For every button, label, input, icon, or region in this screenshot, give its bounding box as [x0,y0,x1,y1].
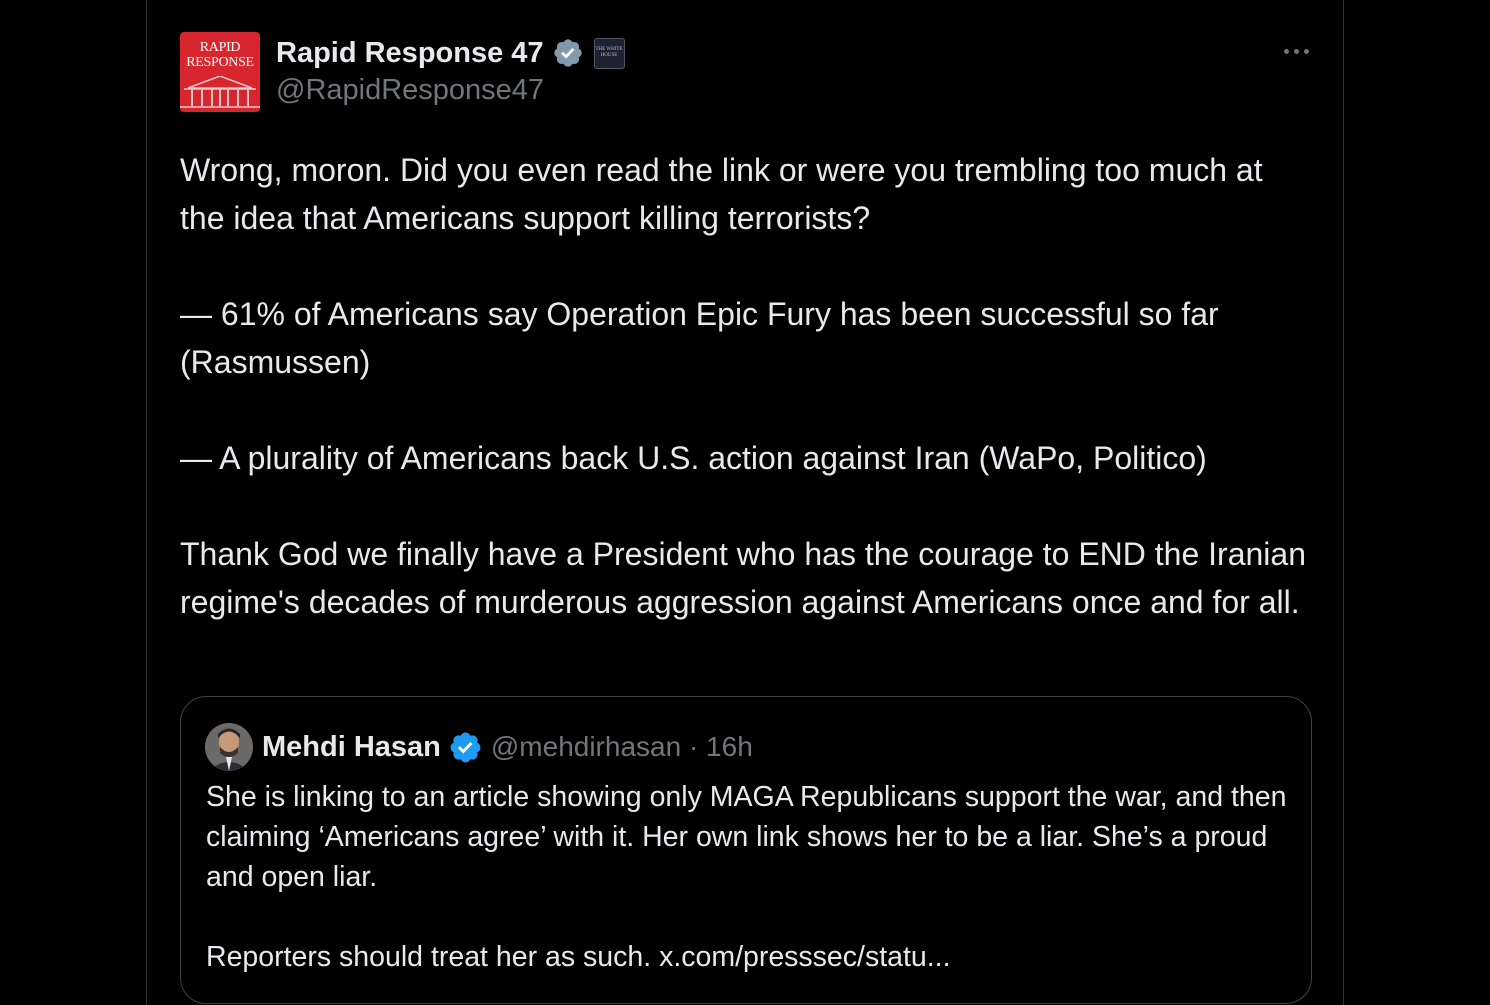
timeline-column: RAPID RESPONSE Rapid Response 47 THE WHI… [146,0,1344,1005]
affiliation-badge[interactable]: THE WHITE HOUSE [593,37,625,69]
affiliation-badge-text: THE WHITE HOUSE [595,47,623,58]
quoted-paragraph: Reporters should treat her as such. x.co… [206,941,951,973]
tweet[interactable]: RAPID RESPONSE Rapid Response 47 THE WHI… [180,32,1312,626]
tweet-paragraph: Thank God we finally have a President wh… [180,536,1306,620]
tweet-paragraph: — 61% of Americans say Operation Epic Fu… [180,296,1219,380]
verified-blue-badge-icon[interactable] [448,730,483,765]
avatar[interactable]: RAPID RESPONSE [180,32,260,112]
verified-gray-badge-icon[interactable] [552,37,584,69]
tweet-header: RAPID RESPONSE Rapid Response 47 THE WHI… [180,32,1312,112]
user-names: Rapid Response 47 THE WHITE HOUSE @Rapid… [276,34,625,107]
quoted-display-name[interactable]: Mehdi Hasan [262,731,441,764]
more-horizontal-icon[interactable] [1276,36,1316,66]
tweet-paragraph: — A plurality of Americans back U.S. act… [180,440,1207,476]
quoted-tweet-header: Mehdi Hasan @mehdirhasan · 16h [205,721,753,773]
avatar-brand-text: RAPID RESPONSE [186,40,254,70]
white-house-icon [180,76,260,108]
profile-photo-icon [205,723,253,771]
name-row: Rapid Response 47 THE WHITE HOUSE [276,34,625,72]
quoted-paragraph: She is linking to an article showing onl… [206,781,1287,893]
avatar[interactable] [205,723,253,771]
quoted-handle-time[interactable]: @mehdirhasan · 16h [491,731,753,763]
tweet-text: Wrong, moron. Did you even read the link… [180,146,1312,626]
quoted-tweet[interactable]: Mehdi Hasan @mehdirhasan · 16h She is li… [180,696,1312,1004]
display-name[interactable]: Rapid Response 47 [276,37,544,70]
user-handle[interactable]: @RapidResponse47 [276,74,625,107]
tweet-paragraph: Wrong, moron. Did you even read the link… [180,152,1263,236]
quoted-tweet-text: She is linking to an article showing onl… [206,777,1296,977]
